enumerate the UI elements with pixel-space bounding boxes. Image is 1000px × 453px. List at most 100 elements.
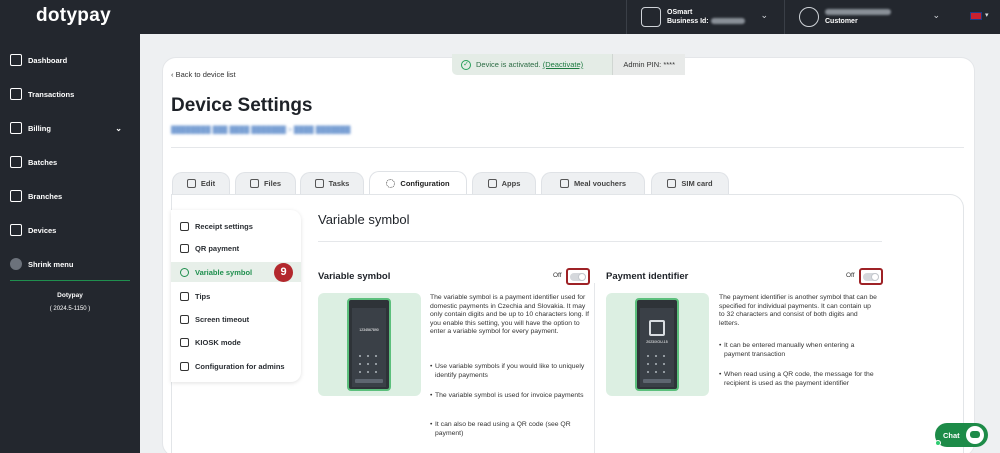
sidebar-item-label: Batches — [28, 157, 58, 167]
tab-label: Apps — [501, 179, 521, 188]
tab-label: Configuration — [400, 179, 450, 188]
payment-identifier-title: Payment identifier — [606, 271, 689, 282]
chevron-down-icon: ⌄ — [760, 10, 768, 20]
qr-code-icon — [649, 320, 665, 336]
menu-item-tips[interactable]: Tips — [171, 286, 301, 306]
device-status-text: Device is activated. — [476, 60, 541, 69]
menu-item-qr-payment[interactable]: QR payment — [171, 238, 301, 258]
receipt-icon — [10, 88, 22, 100]
variable-symbol-bullet: Use variable symbols if you would like t… — [430, 363, 590, 380]
menu-item-label: Configuration for admins — [195, 361, 285, 371]
dotypay-logo[interactable]: dotypay — [36, 5, 111, 27]
tab-sim-card[interactable]: SIM card — [651, 172, 729, 194]
pointer-icon — [180, 337, 189, 347]
payment-identifier-bullet: It can be entered manually when entering… — [719, 342, 877, 359]
business-id-label: Business Id: — [667, 18, 709, 25]
sidebar-item-devices[interactable]: Devices — [0, 220, 140, 240]
phone-image: 2023/XOU-15 — [635, 298, 679, 391]
tab-label: Files — [263, 179, 282, 188]
tab-files[interactable]: Files — [235, 172, 296, 194]
pencil-icon — [186, 179, 196, 188]
chevron-down-icon[interactable]: ▾ — [985, 11, 989, 19]
sidebar-item-batches[interactable]: Batches — [0, 152, 140, 172]
phone-variable-symbol-value: 1234567890 — [359, 328, 379, 332]
variable-symbol-toggle-label: Off — [553, 272, 562, 279]
phone-keypad — [356, 352, 382, 378]
sidebar-item-label: Shrink menu — [28, 259, 74, 269]
tips-icon — [180, 291, 189, 301]
column-divider — [594, 283, 595, 453]
menu-item-receipt-settings[interactable]: Receipt settings — [171, 216, 301, 236]
tab-configuration[interactable]: Configuration — [369, 171, 467, 195]
device-icon — [10, 224, 22, 236]
toggle-knob — [871, 273, 879, 281]
user-menu[interactable]: Customer ⌄ — [784, 0, 954, 34]
sidebar-item-label: Transactions — [28, 89, 75, 99]
phone-icon — [487, 179, 497, 188]
payment-identifier-toggle[interactable] — [863, 273, 879, 281]
sidebar-item-label: Branches — [28, 191, 63, 201]
business-id-redacted — [710, 18, 745, 25]
tab-label: SIM card — [681, 179, 713, 188]
voucher-icon — [559, 179, 569, 188]
menu-item-configuration-for-admins[interactable]: Configuration for admins — [171, 356, 301, 376]
tab-label: Meal vouchers — [573, 179, 627, 188]
phone-confirm-button — [643, 379, 671, 383]
payment-identifier-toggle-label: Off — [846, 272, 855, 279]
phone-keypad — [644, 352, 670, 378]
toggle-knob — [578, 273, 586, 281]
configuration-menu: Receipt settings QR payment Variable sym… — [171, 210, 301, 382]
breadcrumb-redacted[interactable]: ████████ ███ ████ ███████ > ████ ███████ — [171, 127, 350, 134]
tab-apps[interactable]: Apps — [472, 172, 536, 194]
payment-identifier-description: The payment identifier is another symbol… — [719, 294, 877, 327]
phone-image: 1234567890 — [347, 298, 391, 391]
admin-icon — [180, 361, 189, 371]
app-version: ( 2024.5-1150 ) — [49, 306, 91, 312]
tab-tasks[interactable]: Tasks — [300, 172, 364, 194]
sidebar-item-dashboard[interactable]: Dashboard — [0, 50, 140, 70]
device-status-bar: ✓ Device is activated. (Deactivate) Admi… — [452, 54, 685, 75]
sidebar-item-branches[interactable]: Branches — [0, 186, 140, 206]
sidebar-item-transactions[interactable]: Transactions — [0, 84, 140, 104]
online-status-icon — [935, 440, 941, 446]
chevron-down-icon: ⌄ — [932, 10, 940, 20]
variable-symbol-toggle[interactable] — [570, 273, 586, 281]
back-link-label: Back to device list — [175, 70, 236, 79]
tab-label: Edit — [200, 179, 216, 188]
grid-icon — [10, 54, 22, 66]
menu-item-screen-timeout[interactable]: Screen timeout — [171, 309, 301, 329]
shrink-menu-button[interactable]: Shrink menu — [0, 254, 140, 274]
menu-item-label: Variable symbol — [195, 267, 253, 277]
business-icon — [641, 7, 661, 27]
sidebar-item-billing[interactable]: Billing ⌄ — [0, 118, 140, 138]
business-name: OSmart — [667, 9, 693, 16]
toggle-highlight — [566, 268, 590, 285]
menu-item-label: Screen timeout — [195, 314, 250, 324]
chat-button[interactable]: Chat — [935, 423, 988, 447]
tab-meal-vouchers[interactable]: Meal vouchers — [541, 172, 645, 194]
check-circle-icon: ✓ — [461, 59, 471, 70]
user-icon — [799, 7, 819, 27]
top-bar: dotypay OSmart Business Id: ⌄ Customer ⌄… — [0, 0, 1000, 34]
qr-code-icon — [180, 243, 189, 253]
chevron-down-icon: ⌄ — [115, 123, 122, 133]
phone-screen: 1234567890 — [352, 308, 386, 387]
tab-edit[interactable]: Edit — [172, 172, 230, 194]
variable-symbol-bullet: It can also be read using a QR code (see… — [430, 421, 590, 438]
sidebar-item-label: Billing — [28, 123, 51, 133]
page-title: Device Settings — [171, 95, 313, 116]
toggle-highlight — [859, 268, 883, 285]
menu-item-label: KIOSK mode — [195, 337, 241, 347]
wallet-icon — [10, 122, 22, 134]
sim-card-icon — [667, 179, 677, 188]
phone-confirm-button — [355, 379, 383, 383]
back-to-device-list-link[interactable]: ‹ Back to device list — [171, 70, 236, 79]
header-divider — [171, 147, 964, 148]
menu-item-kiosk-mode[interactable]: KIOSK mode — [171, 332, 301, 352]
sun-icon — [180, 314, 189, 324]
uk-flag-icon[interactable] — [970, 12, 982, 20]
deactivate-link[interactable]: (Deactivate) — [543, 60, 583, 69]
hash-icon — [180, 267, 189, 277]
business-switcher[interactable]: OSmart Business Id: ⌄ — [626, 0, 782, 34]
variable-symbol-bullet: The variable symbol is used for invoice … — [430, 392, 590, 401]
